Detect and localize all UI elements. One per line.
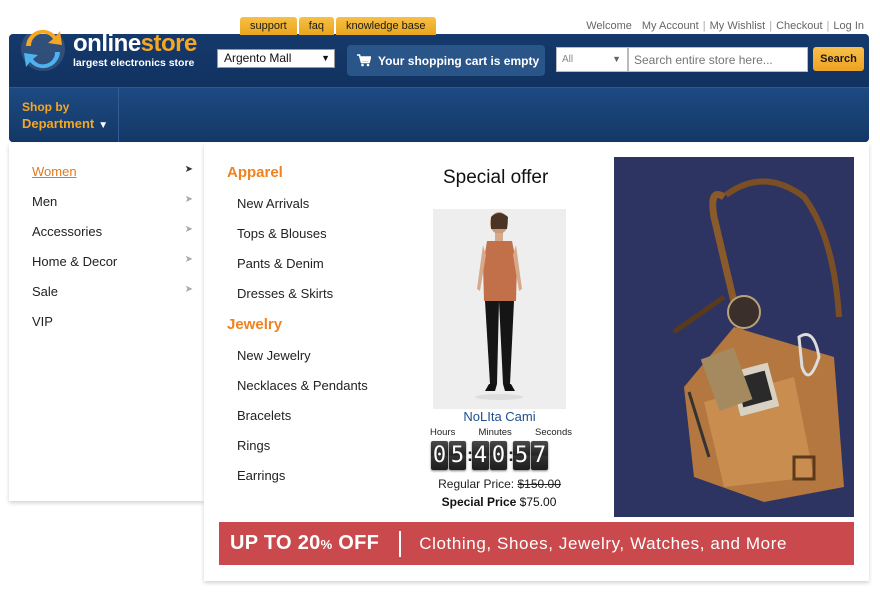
logo-name-store: store [140,30,198,57]
category-label: VIP [32,314,53,329]
minutes-label: Minutes [478,427,512,438]
chevron-right-icon: ➤ [184,254,193,265]
submenu-necklaces-pendants[interactable]: Necklaces & Pendants [237,378,368,393]
timer-digit: 5 [513,441,530,470]
submenu-bracelets[interactable]: Bracelets [237,408,291,423]
submenu-rings[interactable]: Rings [237,438,270,453]
special-price-value: $75.00 [519,495,557,509]
logo-tagline: largest electronics store [73,57,195,69]
special-price-label: Special Price [441,495,517,509]
checkout-link[interactable]: Checkout [776,20,822,32]
category-label: Sale [32,284,59,299]
category-label: Men [32,194,58,209]
promo-image-bag[interactable] [614,157,854,517]
cart-icon [357,54,371,67]
welcome-text: Welcome [586,20,632,32]
section-title-apparel[interactable]: Apparel [227,164,283,181]
cart-text: Your shopping cart is empty [378,53,540,68]
special-offer-title: Special offer [443,167,549,188]
banner-off: OFF [332,532,380,554]
category-label: Home & Decor [32,254,118,269]
regular-price-label: Regular Price: [438,477,515,491]
timer-labels: Hours Minutes Seconds [430,427,572,438]
regular-price: Regular Price: $150.00 [433,477,566,491]
hours-label: Hours [430,427,456,438]
logo-arrows-icon [21,27,65,71]
search-input[interactable] [628,47,808,72]
submenu-pants-denim[interactable]: Pants & Denim [237,256,324,271]
submenu-tops-blouses[interactable]: Tops & Blouses [237,226,327,241]
category-vip[interactable]: VIP [32,314,195,329]
tab-support[interactable]: support [240,17,297,35]
submenu-dresses-skirts[interactable]: Dresses & Skirts [237,286,333,301]
header-tabs: support faq knowledge base [240,17,436,35]
login-link[interactable]: Log In [833,20,864,32]
caret-down-icon: ▼ [321,53,330,63]
tab-knowledge-base[interactable]: knowledge base [336,17,436,35]
mega-menu-panel: Apparel New Arrivals Tops & Blouses Pant… [204,143,869,581]
category-home-decor[interactable]: Home & Decor ➤ [32,254,195,269]
section-title-jewelry[interactable]: Jewelry [227,316,282,333]
shop-by-department-button[interactable]: Shop by Department ▼ [9,88,119,142]
department-label: Department [22,116,95,131]
shop-by-label: Shop by [22,100,70,114]
category-men[interactable]: Men ➤ [32,194,195,209]
search-category-select[interactable]: All ▼ [556,47,628,72]
divider: | [769,20,773,32]
chevron-right-icon: ➤ [184,194,193,205]
promo-banner[interactable]: UP TO 20% OFF Clothing, Shoes, Jewelry, … [219,522,854,565]
chevron-right-icon: ➤ [184,164,193,175]
nav-bar [9,87,869,142]
submenu-new-jewelry[interactable]: New Jewelry [237,348,311,363]
special-price: Special Price $75.00 [424,495,574,509]
chevron-down-icon: ▼ [98,120,109,131]
banner-text: Clothing, Shoes, Jewelry, Watches, and M… [419,533,788,553]
my-account-link[interactable]: My Account [642,20,699,32]
banner-divider [399,530,402,557]
chevron-right-icon: ➤ [184,284,193,295]
divider: | [826,20,830,32]
category-label: Accessories [32,224,103,239]
countdown-timer: 0 5 : 4 0 : 5 7 [431,441,549,470]
category-women[interactable]: Women ➤ [32,164,195,179]
timer-digit: 7 [531,441,548,470]
category-accessories[interactable]: Accessories ➤ [32,224,195,239]
timer-digit: 0 [431,441,448,470]
category-menu: Women ➤ Men ➤ Accessories ➤ Home & Decor ➤ S… [9,143,204,501]
submenu-earrings[interactable]: Earrings [237,468,285,483]
my-wishlist-link[interactable]: My Wishlist [710,20,766,32]
banner-discount-text: UP TO 20 [230,532,321,554]
chevron-right-icon: ➤ [184,224,193,235]
timer-digit: 5 [449,441,466,470]
category-label: Women [32,164,77,179]
regular-price-value: $150.00 [517,477,561,491]
divider: | [702,20,706,32]
logo-name-online: online [73,30,141,57]
search-category-value: All [562,54,574,65]
product-image[interactable] [433,209,566,409]
banner-percent: % [320,537,333,552]
category-sale[interactable]: Sale ➤ [32,284,195,299]
product-name-link[interactable]: NoLIta Cami [433,409,566,424]
top-links: Welcome My Account | My Wishlist | Check… [586,20,864,32]
banner-discount: UP TO 20% OFF [230,532,379,555]
site-logo[interactable]: onlinestore largest electronics store [18,22,218,78]
timer-digit: 4 [472,441,489,470]
cart-button[interactable]: Your shopping cart is empty [347,45,545,76]
store-select-value: Argento Mall [224,51,292,65]
caret-down-icon: ▼ [612,54,621,64]
submenu-new-arrivals[interactable]: New Arrivals [237,196,309,211]
logo-name: onlinestore [73,30,197,58]
seconds-label: Seconds [535,427,572,438]
store-select[interactable]: Argento Mall ▼ [217,49,335,68]
timer-digit: 0 [490,441,507,470]
tab-faq[interactable]: faq [298,17,334,35]
search-button[interactable]: Search [813,47,864,71]
